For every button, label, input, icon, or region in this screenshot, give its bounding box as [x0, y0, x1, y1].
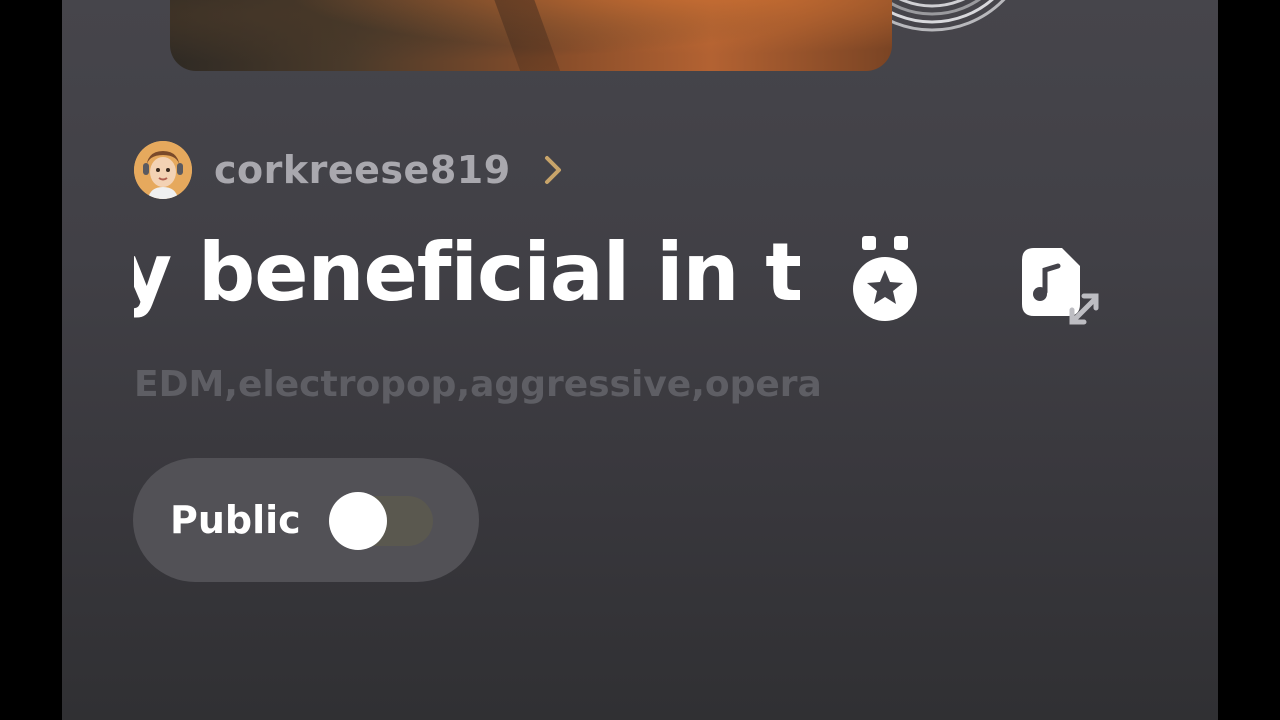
music-file-resize-icon[interactable] [1018, 244, 1102, 328]
cover-art-image[interactable] [170, 0, 892, 71]
creator-row[interactable]: corkreese819 [134, 140, 565, 200]
cover-art-detail [479, 0, 561, 71]
avatar[interactable] [134, 141, 192, 199]
vinyl-disc-icon [892, 0, 1006, 32]
public-toggle[interactable] [328, 490, 433, 550]
visibility-label: Public [170, 498, 301, 542]
chevron-right-icon[interactable] [541, 152, 565, 188]
song-detail-panel: corkreese819 y beneficial in t EDM,elect… [62, 0, 1218, 720]
avatar-face-icon [134, 141, 192, 199]
song-title: y beneficial in t [134, 226, 800, 319]
medal-star-icon[interactable] [850, 234, 920, 324]
song-tags: EDM,electropop,aggressive,opera [134, 364, 822, 405]
creator-username[interactable]: corkreese819 [214, 148, 511, 192]
song-title-marquee: y beneficial in t [134, 222, 800, 330]
visibility-control[interactable]: Public [133, 458, 479, 582]
toggle-knob[interactable] [328, 492, 387, 550]
